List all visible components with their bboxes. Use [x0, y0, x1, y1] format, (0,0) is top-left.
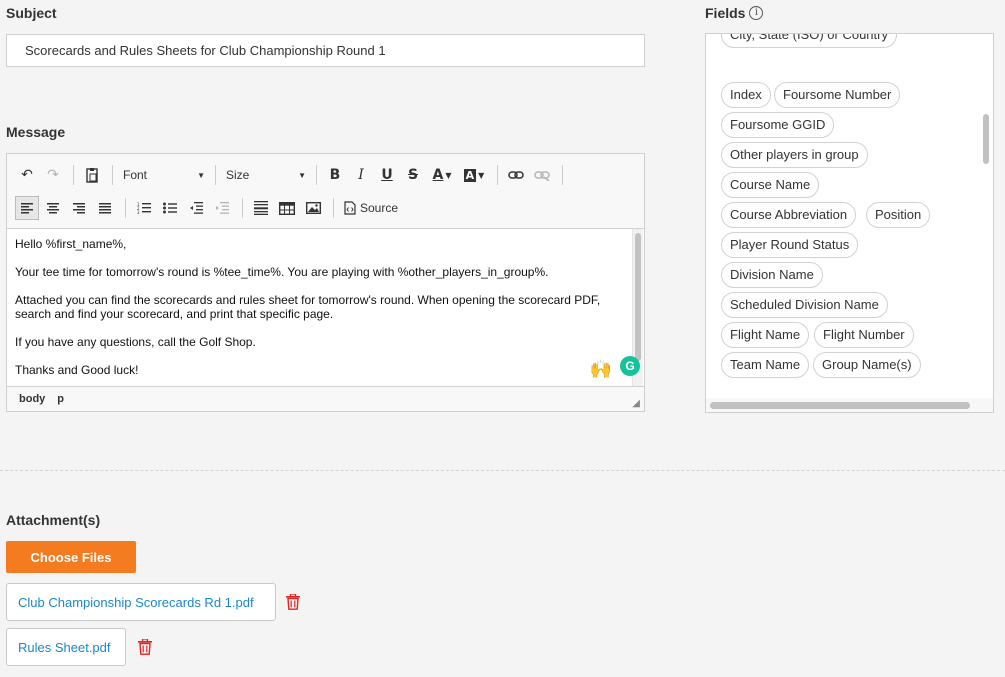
- field-chip[interactable]: Flight Name: [721, 322, 810, 348]
- redo-icon[interactable]: ↷: [41, 163, 65, 187]
- attachment-file-name[interactable]: Club Championship Scorecards Rd 1.pdf: [18, 595, 254, 610]
- subject-label: Subject: [6, 5, 57, 21]
- text-color-icon[interactable]: A ▼: [427, 163, 457, 187]
- subject-input[interactable]: [6, 34, 645, 67]
- toolbar-separator: [215, 165, 216, 185]
- numbered-list-icon[interactable]: 123: [132, 196, 156, 220]
- fields-vertical-scrollbar[interactable]: [980, 34, 992, 396]
- font-select[interactable]: Font ▼: [119, 163, 209, 187]
- field-chip[interactable]: Foursome Number: [774, 82, 901, 108]
- background-color-icon[interactable]: A ▼: [459, 163, 489, 187]
- message-editor: ↶ ↷ Font ▼ Size ▼ B I U S A ▼ A ▼ 1 2 3 …: [6, 153, 645, 412]
- raised-hands-icon[interactable]: 🙌: [590, 360, 612, 378]
- field-chip[interactable]: Position: [866, 202, 931, 228]
- source-icon: [344, 201, 356, 215]
- size-select[interactable]: Size ▼: [222, 163, 310, 187]
- message-line-questions: If you have any questions, call the Golf…: [15, 335, 256, 349]
- toolbar-separator: [333, 198, 334, 218]
- image-icon[interactable]: [301, 196, 325, 220]
- toolbar-separator: [497, 165, 498, 185]
- field-chip[interactable]: Division Name: [721, 262, 823, 288]
- field-chip[interactable]: Player Round Status: [721, 232, 859, 258]
- table-icon[interactable]: [275, 196, 299, 220]
- element-path-body[interactable]: body: [19, 393, 45, 405]
- toolbar-separator: [242, 198, 243, 218]
- unlink-icon[interactable]: [530, 163, 554, 187]
- fields-label-text: Fields: [705, 5, 746, 21]
- field-chip[interactable]: Team Name: [721, 352, 810, 378]
- field-chip[interactable]: Foursome GGID: [721, 112, 835, 138]
- source-button[interactable]: Source: [340, 201, 402, 215]
- element-path-p[interactable]: p: [57, 393, 64, 405]
- resize-handle-icon[interactable]: ◢: [632, 398, 640, 409]
- strikethrough-icon[interactable]: S: [401, 163, 425, 187]
- bold-icon[interactable]: B: [323, 163, 347, 187]
- font-select-label: Font: [123, 168, 148, 182]
- indent-icon[interactable]: [210, 196, 234, 220]
- editor-scrollbar-thumb[interactable]: [635, 233, 641, 361]
- toolbar-separator: [125, 198, 126, 218]
- fields-label: Fields i: [705, 5, 764, 21]
- choose-files-button[interactable]: Choose Files: [6, 541, 136, 573]
- attachments-label: Attachment(s): [6, 512, 101, 528]
- chevron-down-icon: ▼: [197, 170, 205, 180]
- attachment-file[interactable]: Rules Sheet.pdf: [6, 628, 126, 666]
- size-select-label: Size: [226, 168, 250, 182]
- link-icon[interactable]: [504, 163, 528, 187]
- info-icon[interactable]: i: [749, 6, 764, 20]
- message-line-attachment-info: Attached you can find the scorecards and…: [15, 293, 601, 321]
- align-justify-icon[interactable]: [93, 196, 117, 220]
- toolbar-separator: [316, 165, 317, 185]
- field-chip[interactable]: City, State (ISO) or Country: [721, 34, 897, 48]
- field-chip[interactable]: Index: [721, 82, 771, 108]
- chevron-down-icon: ▼: [298, 170, 306, 180]
- trash-icon[interactable]: [286, 594, 300, 610]
- field-chip[interactable]: Group Name(s): [813, 352, 921, 378]
- align-right-icon[interactable]: [67, 196, 91, 220]
- paste-icon[interactable]: [80, 163, 104, 187]
- field-chip[interactable]: Course Abbreviation: [721, 202, 857, 228]
- field-chip[interactable]: Other players in group: [721, 142, 868, 168]
- editor-content[interactable]: Hello %first_name%, Your tee time for to…: [7, 229, 644, 386]
- undo-icon[interactable]: ↶: [15, 163, 39, 187]
- field-chip[interactable]: Course Name: [721, 172, 820, 198]
- attachment-file-name[interactable]: Rules Sheet.pdf: [18, 640, 111, 655]
- bulleted-list-icon[interactable]: [158, 196, 182, 220]
- fields-panel: City, State (ISO) or Country Index Fours…: [705, 33, 994, 413]
- italic-icon[interactable]: I: [349, 163, 373, 187]
- message-line-tee-time: Your tee time for tomorrow's round is %t…: [15, 265, 549, 279]
- toolbar-separator: [112, 165, 113, 185]
- field-chip[interactable]: Flight Number: [814, 322, 914, 348]
- message-line-signoff: Thanks and Good luck!: [15, 363, 139, 377]
- horizontal-rule-icon[interactable]: [249, 196, 273, 220]
- grammarly-icon[interactable]: G: [620, 356, 640, 376]
- svg-text:3: 3: [137, 210, 140, 214]
- attachment-file[interactable]: Club Championship Scorecards Rd 1.pdf: [6, 583, 276, 621]
- fields-horizontal-scrollbar[interactable]: [706, 398, 993, 412]
- section-divider: [0, 470, 1005, 471]
- align-left-icon[interactable]: [15, 196, 39, 220]
- source-label: Source: [360, 201, 399, 215]
- toolbar-separator: [73, 165, 74, 185]
- underline-icon[interactable]: U: [375, 163, 399, 187]
- trash-icon[interactable]: [138, 639, 152, 655]
- toolbar-separator: [562, 165, 563, 185]
- message-label: Message: [6, 124, 66, 140]
- editor-toolbar: ↶ ↷ Font ▼ Size ▼ B I U S A ▼ A ▼ 1 2 3 …: [7, 154, 644, 229]
- editor-status-bar: body p ◢: [7, 386, 644, 411]
- field-chip[interactable]: Scheduled Division Name: [721, 292, 888, 318]
- message-line-greeting: Hello %first_name%,: [15, 237, 127, 251]
- align-center-icon[interactable]: [41, 196, 65, 220]
- fields-vertical-scrollbar-thumb[interactable]: [983, 114, 989, 164]
- outdent-icon[interactable]: [184, 196, 208, 220]
- fields-horizontal-scrollbar-thumb[interactable]: [710, 402, 970, 409]
